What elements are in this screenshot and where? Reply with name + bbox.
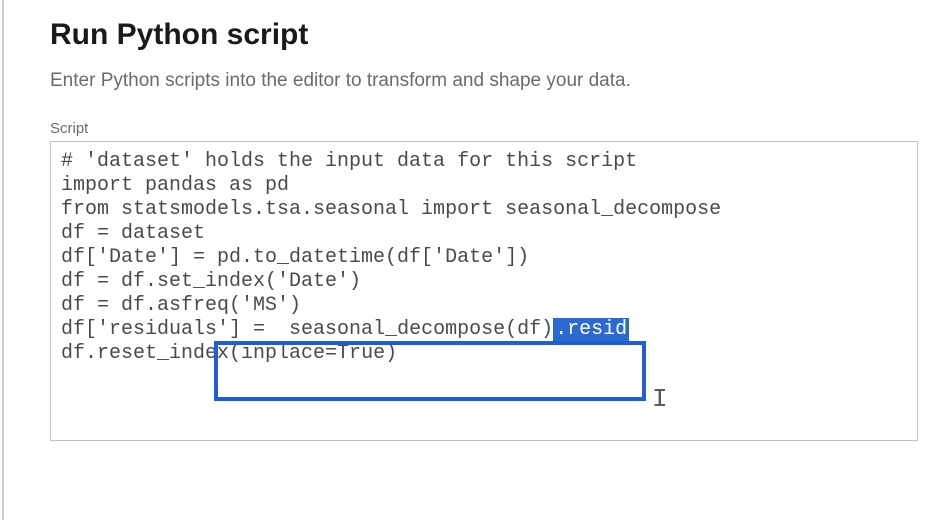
code-line: from statsmodels.tsa.seasonal import sea…: [61, 198, 907, 222]
left-divider: [2, 0, 4, 520]
code-line: # 'dataset' holds the input data for thi…: [61, 150, 907, 174]
code-text: df = df.asfreq('M: [61, 294, 265, 317]
dialog-title: Run Python script: [50, 18, 880, 52]
code-line: df['residuals'] = seasonal_decompose(df)…: [61, 318, 907, 342]
run-python-dialog: Run Python script Enter Python scripts i…: [0, 0, 930, 441]
code-text-obscured: place=True): [265, 342, 397, 365]
selected-text: .resid: [553, 318, 629, 341]
code-line: df = dataset: [61, 222, 907, 246]
code-line: df['Date'] = pd.to_datetime(df['Date']): [61, 246, 907, 270]
code-line: df.reset_index(inplace=True): [61, 342, 907, 366]
code-text-obscured: S'): [265, 294, 301, 317]
dialog-subtitle: Enter Python scripts into the editor to …: [50, 70, 880, 92]
code-line: df = df.set_index('Date'): [61, 270, 907, 294]
code-text: seasonal_decompose(df): [277, 318, 553, 341]
code-text: df['residuals'] =: [61, 318, 277, 341]
code-line: df = df.asfreq('MS'): [61, 294, 907, 318]
code-line: import pandas as pd: [61, 174, 907, 198]
script-field-label: Script: [50, 120, 880, 137]
code-text: df.reset_index(in: [61, 342, 265, 365]
script-editor[interactable]: # 'dataset' holds the input data for thi…: [50, 141, 918, 441]
